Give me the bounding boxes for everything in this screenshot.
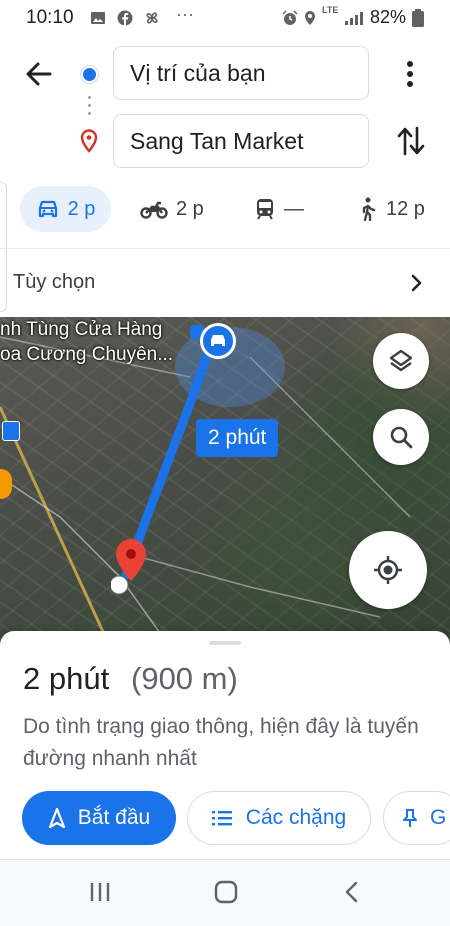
destination-marker-icon [111,539,146,595]
pin-button[interactable]: G [383,791,450,845]
back-arrow-icon[interactable] [22,58,58,90]
mode-driving[interactable]: 2 p [20,186,111,232]
gallery-icon [91,12,105,24]
options-label: Tùy chọn [13,271,96,293]
map-view[interactable]: nh Tùng Cửa Hàng oa Cương Chuyên... 2 ph… [0,317,450,647]
mode-motorbike[interactable]: 2 p [140,186,204,232]
status-time: 10:10 [26,7,74,28]
transit-icon [257,199,273,220]
back-nav-icon[interactable] [340,880,364,904]
network-type: LTE [322,5,339,15]
car-icon [38,200,57,218]
search-icon [390,426,413,449]
route-time-chip[interactable]: 2 phút [196,419,279,457]
mode-walking[interactable]: 12 p [356,186,425,232]
pin-icon [403,809,417,827]
search-along-route-button[interactable] [373,409,429,465]
location-status-icon [305,11,315,25]
steps-button-label: Các chặng [245,806,347,829]
battery-percent: 82% [370,7,407,27]
layers-icon [389,349,413,372]
more-vert-icon[interactable] [398,58,422,90]
steps-button[interactable]: Các chặng [187,791,371,845]
navigation-arrow-icon [48,808,65,828]
mode-transit[interactable]: — [254,186,304,232]
pinwheel-icon [146,12,158,24]
status-bar: 10:10 ··· LTE 82% [0,0,450,36]
battery-icon [412,9,424,27]
mode-transit-label: — [284,197,304,220]
origin-field[interactable]: Vị trí của bạn [113,46,369,100]
chevron-right-icon [411,274,422,292]
my-location-button[interactable] [349,531,427,609]
pin-button-label: G [430,806,447,829]
recent-apps-icon[interactable] [88,880,112,904]
route-duration: 2 phút [23,661,110,696]
start-button-label: Bắt đầu [77,806,151,829]
options-row[interactable]: Tùy chọn [0,249,450,317]
destination-field[interactable]: Sang Tan Market [113,114,369,168]
swap-directions-icon[interactable] [396,124,426,158]
mode-driving-label: 2 p [67,197,96,220]
status-more: ··· [176,4,194,24]
route-summary-sheet: 2 phút (900 m) Do tình trạng giao thông,… [0,631,450,859]
route-distance: (900 m) [131,661,238,696]
home-icon[interactable] [213,879,239,905]
motorbike-icon [140,201,168,219]
map-place-label-1: nh Tùng Cửa Hàng [0,319,163,340]
signal-icon [345,12,363,25]
facebook-icon [117,10,133,26]
route-start-car-icon [200,323,236,359]
mode-motorbike-label: 2 p [176,197,204,220]
walk-icon [362,197,376,221]
list-icon [211,811,232,826]
sheet-drag-handle[interactable] [209,641,241,645]
destination-pin-icon [80,129,98,153]
layers-button[interactable] [373,333,429,389]
route-note: Do tình trạng giao thông, hiện đây là tu… [23,715,419,770]
travel-mode-bar: 2 p 2 p — 12 p [0,178,450,242]
origin-dot-icon [81,66,98,83]
start-button[interactable]: Bắt đầu [22,791,176,845]
bus-stop-icon [2,421,20,441]
route-connector-dots [88,96,91,118]
map-place-label-2: oa Cương Chuyên... [0,344,174,365]
alarm-icon [282,10,298,25]
my-location-icon [374,556,402,584]
mode-walking-label: 12 p [386,197,425,220]
system-nav-bar [0,859,450,926]
